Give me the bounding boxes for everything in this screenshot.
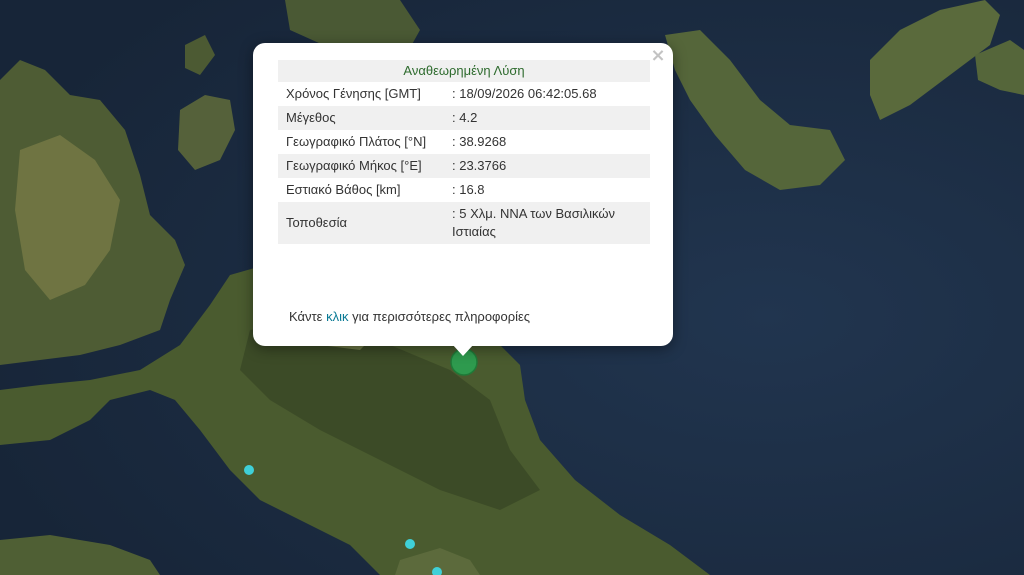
more-info-prefix: Κάντε: [289, 309, 327, 324]
more-info-line: Κάντε κλικ για περισσότερες πληροφορίες: [289, 309, 530, 324]
table-row: Γεωγραφικό Πλάτος [°N] : 38.9268: [278, 130, 650, 154]
location-label: Τοποθεσία: [278, 202, 442, 244]
table-row: Τοποθεσία : 5 Χλμ. ΝΝΑ των Βασιλικών Ιστ…: [278, 202, 650, 244]
origin-time-label: Χρόνος Γένησης [GMT]: [286, 86, 421, 101]
more-info-suffix: για περισσότερες πληροφορίες: [348, 309, 531, 324]
latitude-value: : 38.9268: [452, 134, 507, 149]
earthquake-info-popup: × Αναθεωρημένη Λύση Χρόνος Γένησης [GMT]…: [253, 43, 673, 346]
magnitude-label: Μέγεθος: [278, 106, 442, 130]
table-row: Εστιακό Βάθος [km] : 16.8: [278, 178, 650, 202]
more-info-link[interactable]: κλικ: [326, 309, 348, 324]
minor-earthquake-marker-icon[interactable]: [244, 465, 254, 475]
popup-tip: [452, 344, 474, 356]
latitude-label: Γεωγραφικό Πλάτος [°N]: [286, 134, 427, 149]
close-icon[interactable]: ×: [649, 47, 667, 65]
table-row: Μέγεθος : 4.2: [278, 106, 650, 130]
origin-time-value: : 18/09/2026 06:42:05.68: [452, 86, 597, 101]
magnitude-value: : 4.2: [442, 106, 650, 130]
longitude-label: Γεωγραφικό Μήκος [°E]: [278, 154, 442, 178]
table-row: Γεωγραφικό Μήκος [°E] : 23.3766: [278, 154, 650, 178]
table-row: Χρόνος Γένησης [GMT] : 18/09/2026 06:42:…: [278, 82, 650, 106]
depth-label: Εστιακό Βάθος [km]: [286, 182, 401, 197]
depth-value: : 16.8: [452, 182, 485, 197]
minor-earthquake-marker-icon[interactable]: [405, 539, 415, 549]
location-value: : 5 Χλμ. ΝΝΑ των Βασιλικών Ιστιαίας: [442, 202, 650, 244]
earthquake-details-table: Αναθεωρημένη Λύση Χρόνος Γένησης [GMT] :…: [278, 60, 650, 244]
longitude-value: : 23.3766: [442, 154, 650, 178]
popup-title: Αναθεωρημένη Λύση: [278, 60, 650, 82]
